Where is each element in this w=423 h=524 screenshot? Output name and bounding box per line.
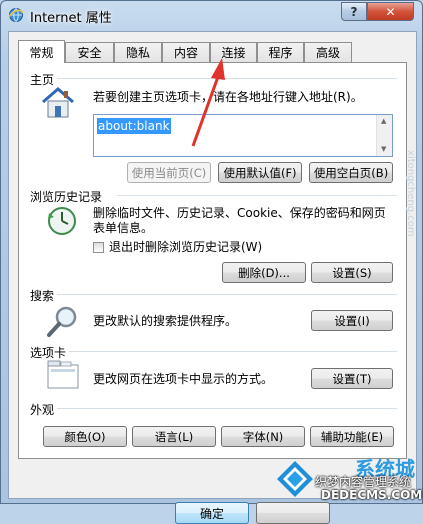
watermark-line2: DEDECMS.COM [321, 488, 423, 502]
search-separator [57, 294, 397, 295]
search-settings-button[interactable]: 设置(I) [311, 310, 393, 331]
title-bar[interactable]: Internet 属性 ? ✕ [1, 1, 422, 31]
delete-history-button[interactable]: 删除(D)... [222, 262, 306, 283]
ie-globe-icon [8, 8, 23, 22]
fonts-button[interactable]: 字体(N) [221, 426, 305, 447]
homepage-url-value: about:blank [97, 118, 171, 134]
scroll-down-arrow-icon[interactable]: ▼ [381, 145, 386, 153]
magnifier-icon [47, 306, 77, 337]
home-icon [42, 87, 74, 118]
history-section-label: 浏览历史记录 [30, 190, 103, 204]
accessibility-button[interactable]: 辅助功能(E) [310, 426, 394, 447]
history-settings-button[interactable]: 设置(S) [311, 262, 393, 283]
tabs-description: 更改网页在选项卡中显示的方式。 [93, 372, 274, 386]
use-current-button[interactable]: 使用当前页(C) [127, 162, 211, 183]
search-section-label: 搜索 [30, 289, 55, 303]
close-button[interactable]: ✕ [367, 2, 414, 21]
use-default-button[interactable]: 使用默认值(F) [218, 162, 302, 183]
cancel-button[interactable] [256, 502, 330, 524]
tab-programs[interactable]: 程序 [257, 42, 304, 62]
homepage-url-input[interactable]: about:blank ▲ ▼ [93, 114, 393, 157]
search-description: 更改默认的搜索提供程序。 [93, 314, 238, 328]
help-button[interactable]: ? [341, 2, 367, 21]
languages-button[interactable]: 语言(L) [132, 426, 216, 447]
colors-button[interactable]: 颜色(O) [43, 426, 127, 447]
annotation-arrow-icon [191, 58, 225, 147]
delete-on-exit-label[interactable]: 退出时删除浏览历史记录(W) [109, 240, 262, 255]
use-blank-button[interactable]: 使用空白页(B) [309, 162, 393, 183]
url-box-scrollbar[interactable]: ▲ ▼ [376, 115, 392, 156]
clock-icon [48, 207, 76, 235]
delete-on-exit-checkbox[interactable] [93, 242, 104, 253]
scroll-up-arrow-icon[interactable]: ▲ [381, 117, 386, 125]
tabbed-window-icon [47, 360, 79, 389]
window-title: Internet 属性 [30, 11, 112, 26]
tab-security[interactable]: 安全 [65, 42, 114, 62]
tab-privacy[interactable]: 隐私 [114, 42, 162, 62]
tabs-separator [69, 351, 397, 352]
windows-logo-icon [277, 461, 313, 497]
tabs-settings-button[interactable]: 设置(T) [311, 368, 393, 389]
ok-button[interactable]: 确定 [175, 502, 249, 524]
history-description-line1: 删除临时文件、历史记录、Cookie、保存的密码和网页 [93, 206, 386, 220]
watermark-corner-text: xitongcheng.com [405, 150, 416, 237]
appearance-section-label: 外观 [30, 403, 55, 417]
tab-advanced[interactable]: 高级 [304, 42, 352, 62]
history-separator [117, 195, 397, 196]
history-description-line2: 表单信息。 [93, 221, 154, 235]
watermark-logo: 系统城 织梦内容管理系统 DEDECMS.COM [275, 455, 423, 504]
appearance-separator [57, 408, 397, 409]
tabs-section-label: 选项卡 [30, 346, 67, 360]
tab-general[interactable]: 常规 [18, 40, 65, 63]
